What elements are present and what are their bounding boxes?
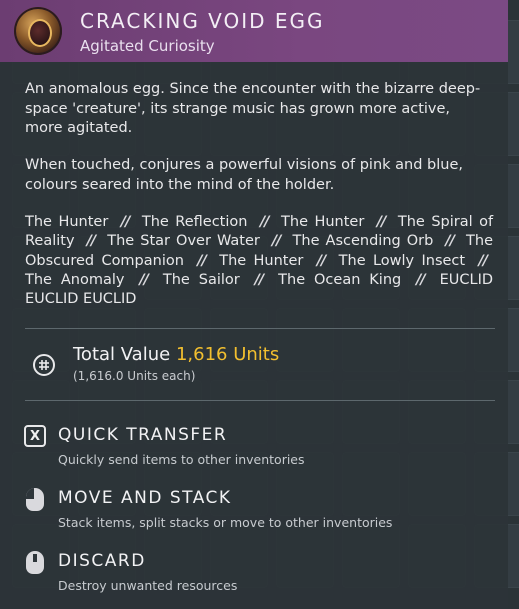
divider <box>25 328 495 329</box>
song-entry: The Lowly Insect <box>338 252 466 269</box>
discard-description: Destroy unwanted resources <box>58 578 238 593</box>
song-separator: // <box>259 214 270 230</box>
song-entry: The Reflection <box>141 214 248 230</box>
divider <box>25 400 495 401</box>
units-icon <box>33 354 55 376</box>
song-entry: The Hunter <box>281 214 365 230</box>
song-entry: The Hunter <box>219 252 304 269</box>
song-entry: The Anomaly <box>25 271 125 288</box>
song-separator: // <box>254 271 265 288</box>
total-value: Total Value 1,616 Units <box>73 344 279 365</box>
item-description: An anomalous egg. Since the encounter wi… <box>25 81 481 136</box>
move-and-stack-title: MOVE AND STACK <box>58 488 232 508</box>
song-entry: The Star Over Water <box>107 233 260 250</box>
tooltip-header: CRACKING VOID EGG Agitated Curiosity <box>0 0 508 62</box>
quick-transfer-description: Quickly send items to other inventories <box>58 452 305 467</box>
song-separator: // <box>316 252 327 269</box>
item-description-effect: When touched, conjures a powerful vision… <box>25 157 463 193</box>
left-mouse-icon <box>26 488 44 511</box>
x-key-icon: X <box>24 425 46 447</box>
song-separator: // <box>376 214 387 230</box>
move-and-stack-description: Stack items, split stacks or move to oth… <box>58 515 393 530</box>
quick-transfer-title: QUICK TRANSFER <box>58 425 228 445</box>
song-entry: The Ascending Orb <box>292 233 434 250</box>
total-value-amount: 1,616 Units <box>175 344 280 365</box>
total-value-label: Total Value <box>73 344 171 365</box>
middle-mouse-icon <box>26 551 44 574</box>
item-subtitle: Agitated Curiosity <box>80 37 215 55</box>
song-separator: // <box>139 271 149 288</box>
void-egg-icon <box>14 7 62 55</box>
song-separator: // <box>197 252 207 269</box>
song-entry: The Sailor <box>162 271 240 288</box>
song-entry: The Hunter <box>25 214 109 230</box>
song-separator: // <box>271 233 282 250</box>
song-entry: The Ocean King <box>278 271 402 288</box>
item-tooltip-panel: CRACKING VOID EGG Agitated Curiosity An … <box>0 0 508 609</box>
item-title: CRACKING VOID EGG <box>80 9 325 33</box>
song-separator: // <box>478 252 488 269</box>
song-separator: // <box>120 214 131 230</box>
song-separator: // <box>445 233 455 250</box>
song-separator: // <box>86 233 97 250</box>
song-separator: // <box>416 271 426 288</box>
song-list: The Hunter // The Reflection // The Hunt… <box>25 213 493 309</box>
unit-value-each: (1,616.0 Units each) <box>73 369 196 383</box>
discard-title: DISCARD <box>58 551 146 571</box>
